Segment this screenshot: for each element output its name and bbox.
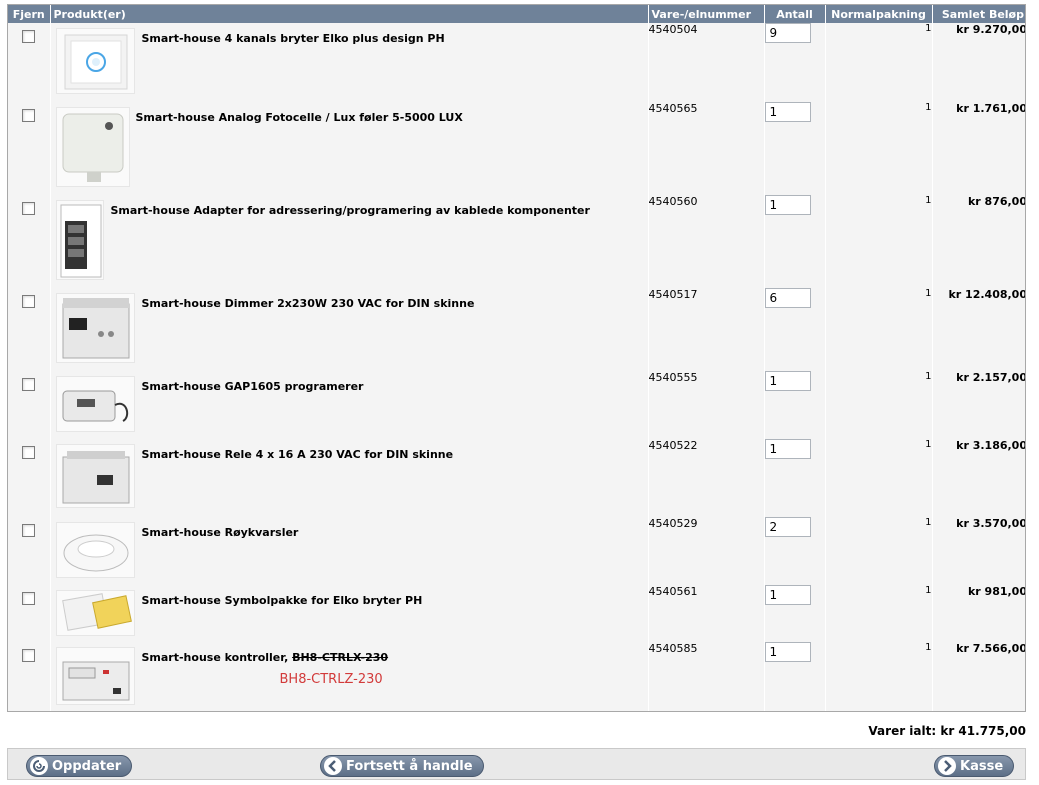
normal-pack: 1 [825,288,933,371]
quantity-input[interactable] [764,371,811,391]
smoke-detector-icon[interactable] [55,522,135,578]
item-number: 4540522 [648,439,765,517]
cart-total-value: kr 41.775,00 [940,724,1026,738]
arrow-left-icon [324,757,342,775]
remove-checkbox[interactable] [22,446,36,459]
din-dimmer-icon[interactable] [55,293,135,363]
cart-table: Fjern Produkt(er) Vare-/elnummer Antall … [8,5,1026,711]
quantity-input[interactable] [764,102,811,122]
remove-checkbox[interactable] [22,592,36,605]
cart-table-container: Fjern Produkt(er) Vare-/elnummer Antall … [7,4,1026,712]
table-row: Smart-house Dimmer 2x230W 230 VAC for DI… [8,288,1026,371]
adapter-module-icon[interactable] [55,200,104,280]
item-number: 4540504 [648,23,765,102]
normal-pack: 1 [825,642,933,711]
quantity-input[interactable] [764,439,811,459]
wall-switch-icon[interactable] [55,28,135,94]
line-total: kr 9.270,00 [956,23,1026,36]
controller-unit-icon[interactable] [55,647,135,705]
item-number: 4540529 [648,517,765,585]
continue-shopping-button[interactable]: Fortsett å handle [320,755,484,777]
din-relay-icon[interactable] [55,444,135,508]
programmer-device-icon[interactable] [55,376,135,432]
header-total: Samlet Beløp [932,5,1025,23]
header-product: Produkt(er) [50,5,649,23]
table-row: Smart-house Rele 4 x 16 A 230 VAC for DI… [8,439,1026,517]
line-total: kr 12.408,00 [948,288,1026,301]
remove-checkbox[interactable] [22,109,36,122]
normal-pack: 1 [825,439,933,517]
update-button[interactable]: Oppdater [26,755,133,777]
table-row: Smart-house GAP1605 programerer 4540555 … [8,371,1026,439]
product-name[interactable]: Smart-house Røykvarsler [142,526,299,539]
quantity-input[interactable] [764,288,811,308]
item-number: 4540561 [648,585,765,642]
remove-checkbox[interactable] [22,378,36,391]
arrow-right-icon [938,757,956,775]
item-number: 4540560 [648,195,765,288]
remove-checkbox[interactable] [22,524,36,537]
remove-checkbox[interactable] [22,30,36,43]
line-total: kr 1.761,00 [956,102,1026,115]
remove-checkbox[interactable] [22,295,36,308]
light-sensor-icon[interactable] [55,107,130,187]
line-total: kr 7.566,00 [956,642,1026,655]
action-bar: Oppdater Fortsett å handle Kasse [7,748,1026,780]
table-header-row: Fjern Produkt(er) Vare-/elnummer Antall … [8,5,1025,23]
quantity-input[interactable] [764,23,811,43]
continue-shopping-label: Fortsett å handle [346,758,473,774]
line-total: kr 2.157,00 [956,371,1026,384]
checkout-button[interactable]: Kasse [934,755,1015,777]
product-name[interactable]: Smart-house GAP1605 programerer [142,380,364,393]
product-name[interactable]: Smart-house Analog Fotocelle / Lux føler… [136,111,463,124]
remove-checkbox[interactable] [22,202,36,215]
header-normal-pack: Normalpakning [825,5,933,23]
normal-pack: 1 [825,23,933,102]
line-total: kr 876,00 [967,195,1026,208]
product-new-code-note: BH8-CTRLZ-230 [279,672,383,687]
table-row: Smart-house Adapter for adressering/prog… [8,195,1026,288]
table-row: Smart-house Analog Fotocelle / Lux føler… [8,102,1026,195]
product-name[interactable]: Smart-house kontroller, BH8-CTRLX-230 [142,651,389,664]
line-total: kr 3.570,00 [956,517,1026,530]
table-row: Smart-house kontroller, BH8-CTRLX-230 BH… [8,642,1026,711]
normal-pack: 1 [825,371,933,439]
update-button-label: Oppdater [52,758,122,774]
item-number: 4540555 [648,371,765,439]
symbol-pack-icon[interactable] [55,590,135,636]
checkout-label: Kasse [960,758,1004,774]
cart-total: Varer ialt: kr 41.775,00 [868,724,1026,738]
quantity-input[interactable] [764,642,811,662]
product-old-code: BH8-CTRLX-230 [292,651,389,664]
quantity-input[interactable] [764,195,811,215]
normal-pack: 1 [825,585,933,642]
quantity-input[interactable] [764,585,811,605]
product-name[interactable]: Smart-house Dimmer 2x230W 230 VAC for DI… [142,297,475,310]
item-number: 4540517 [648,288,765,371]
line-total: kr 981,00 [967,585,1026,598]
product-name[interactable]: Smart-house Symbolpakke for Elko bryter … [142,594,423,607]
table-row: Smart-house Symbolpakke for Elko bryter … [8,585,1026,642]
normal-pack: 1 [825,102,933,195]
normal-pack: 1 [825,195,933,288]
header-remove: Fjern [8,5,51,23]
line-total: kr 3.186,00 [956,439,1026,452]
remove-checkbox[interactable] [22,649,36,662]
item-number: 4540585 [648,642,765,711]
item-number: 4540565 [648,102,765,195]
product-name[interactable]: Smart-house Adapter for adressering/prog… [111,204,590,217]
quantity-input[interactable] [764,517,811,537]
header-quantity: Antall [764,5,826,23]
table-row: Smart-house 4 kanals bryter Elko plus de… [8,23,1026,102]
cart-total-label: Varer ialt: [868,724,937,738]
table-row: Smart-house Røykvarsler 4540529 1 kr 3.5… [8,517,1026,585]
normal-pack: 1 [825,517,933,585]
refresh-icon [30,757,48,775]
product-name[interactable]: Smart-house 4 kanals bryter Elko plus de… [142,32,445,45]
header-item-number: Vare-/elnummer [648,5,765,23]
product-name[interactable]: Smart-house Rele 4 x 16 A 230 VAC for DI… [142,448,454,461]
